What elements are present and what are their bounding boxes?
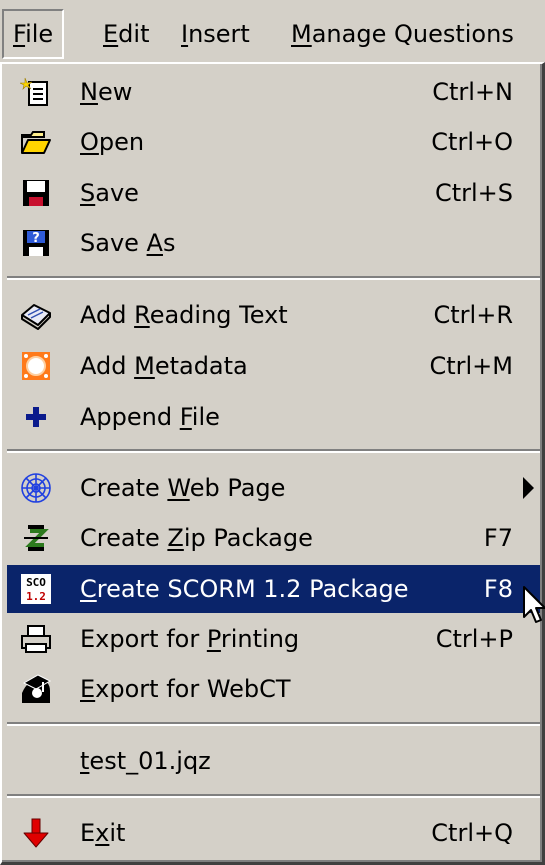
menu-item-create-zip-package[interactable]: Create Zip Package F7	[7, 514, 540, 562]
svg-text:SCO: SCO	[26, 576, 46, 589]
new-icon	[20, 77, 48, 106]
menu-item-add-metadata[interactable]: Add Metadata Ctrl+M	[7, 342, 540, 390]
menu-insert[interactable]: Insert	[172, 9, 259, 59]
shortcut: Ctrl+N	[432, 78, 513, 106]
scorm-icon: SCO 1.2	[21, 574, 51, 604]
mouse-cursor-icon	[523, 586, 545, 623]
menu-separator	[7, 276, 540, 280]
menu-bar: File Edit Insert Manage Questions	[0, 0, 545, 66]
menu-item-add-reading-text[interactable]: Add Reading Text Ctrl+R	[7, 291, 540, 339]
menu-file[interactable]: File	[2, 9, 65, 59]
shortcut: F8	[483, 575, 513, 603]
printer-icon	[21, 625, 51, 653]
menu-item-export-for-printing[interactable]: Export for Printing Ctrl+P	[7, 615, 540, 663]
plus-icon	[26, 407, 46, 427]
file-menu-dropdown: New Ctrl+N Open Ctrl+O Save Ctrl+S ? Sav…	[0, 62, 545, 865]
menu-item-new[interactable]: New Ctrl+N	[7, 68, 540, 116]
menu-edit[interactable]: Edit	[94, 9, 158, 59]
metadata-icon	[22, 352, 50, 380]
save-as-icon: ?	[23, 230, 49, 256]
menu-separator	[7, 794, 540, 798]
menu-item-open[interactable]: Open Ctrl+O	[7, 118, 540, 166]
menu-separator	[7, 449, 540, 453]
webct-icon	[22, 674, 52, 703]
menu-item-create-scorm-package[interactable]: SCO 1.2 Create SCORM 1.2 Package F8	[7, 565, 540, 613]
menu-item-create-web-page[interactable]: Create Web Page	[7, 464, 540, 512]
exit-arrow-icon	[23, 818, 49, 848]
shortcut: Ctrl+Q	[431, 819, 513, 847]
menu-item-exit[interactable]: Exit Ctrl+Q	[7, 809, 540, 857]
web-icon	[21, 473, 51, 503]
open-folder-icon	[21, 131, 51, 154]
submenu-arrow-icon	[523, 477, 534, 499]
menu-item-save-as[interactable]: ? Save As	[7, 219, 540, 267]
save-disk-icon	[23, 180, 49, 206]
shortcut: Ctrl+P	[435, 625, 513, 653]
book-icon	[21, 304, 51, 330]
shortcut: Ctrl+R	[433, 301, 514, 329]
menu-separator	[7, 722, 540, 726]
shortcut: Ctrl+S	[434, 179, 513, 207]
menu-item-append-file[interactable]: Append File	[7, 393, 540, 441]
zip-icon	[24, 525, 49, 551]
shortcut: Ctrl+M	[429, 352, 513, 380]
shortcut: F7	[483, 524, 513, 552]
menu-manage-questions[interactable]: Manage Questions	[282, 9, 523, 59]
shortcut: Ctrl+O	[431, 128, 513, 156]
svg-text:?: ?	[32, 231, 40, 246]
menu-item-save[interactable]: Save Ctrl+S	[7, 169, 540, 217]
svg-text:1.2: 1.2	[26, 590, 46, 603]
menu-item-recent-file[interactable]: test_01.jqz	[7, 737, 540, 785]
menu-item-export-for-webct[interactable]: Export for WebCT	[7, 665, 540, 713]
